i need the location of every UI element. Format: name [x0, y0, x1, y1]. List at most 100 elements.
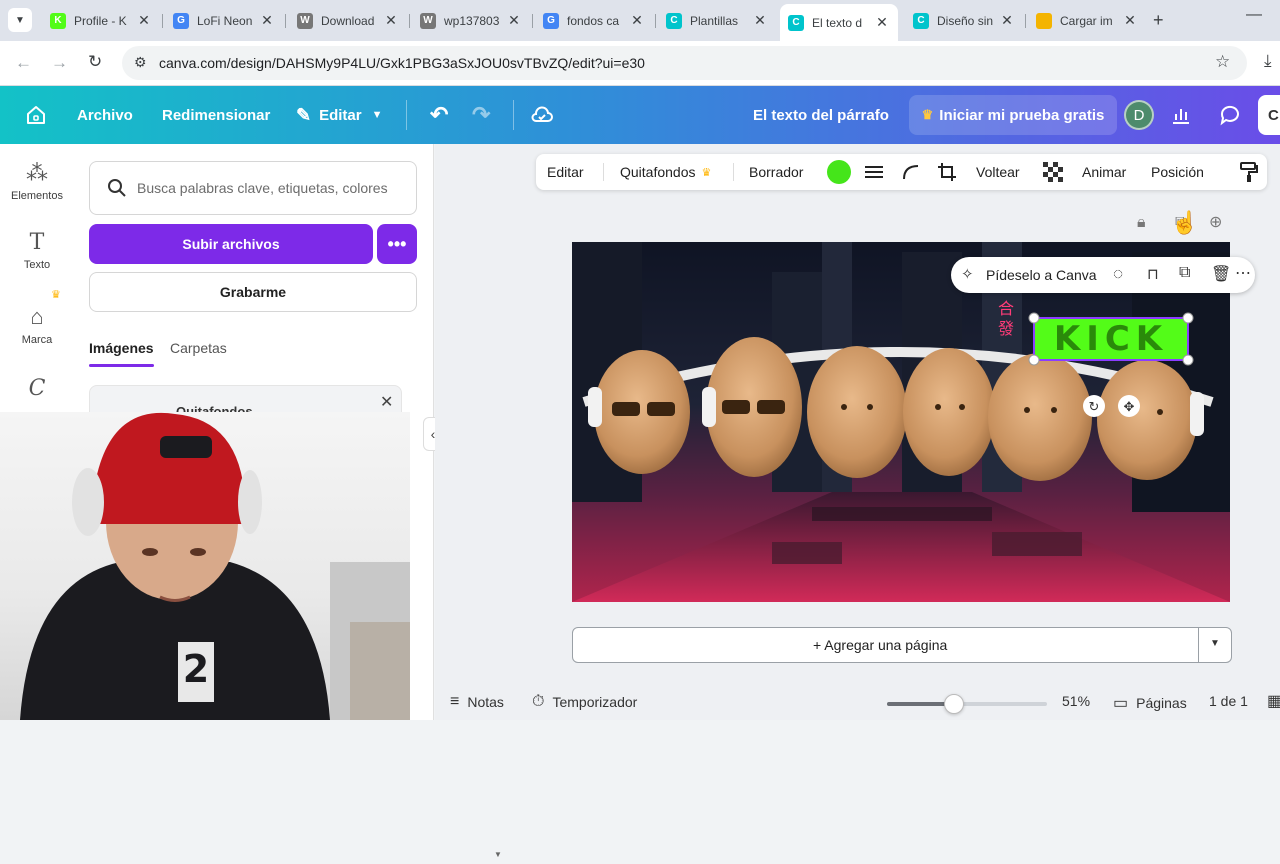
- close-icon[interactable]: ✕: [259, 12, 275, 29]
- close-icon[interactable]: ✕: [380, 392, 393, 412]
- lock-icon[interactable]: 🔒︎: [1137, 214, 1146, 232]
- file-menu[interactable]: Archivo: [77, 86, 133, 144]
- webcam-overlay: 2: [0, 412, 410, 720]
- toolbar-edit-button[interactable]: Editar: [547, 154, 584, 190]
- chevron-down-icon: ▼: [15, 14, 25, 26]
- forward-icon[interactable]: →: [51, 53, 68, 73]
- browser-tab[interactable]: Cargar im ✕: [1028, 6, 1146, 35]
- save-status[interactable]: [530, 86, 554, 144]
- edit-menu[interactable]: ✎ Editar ▼: [296, 86, 383, 144]
- animate-button[interactable]: Animar: [1082, 154, 1126, 190]
- comments-button[interactable]: [1218, 86, 1242, 144]
- border-style-button[interactable]: [864, 154, 884, 190]
- design-canvas[interactable]: 合 發 KICK ↻ ✥: [572, 242, 1230, 602]
- google-icon: G: [543, 12, 559, 29]
- position-button[interactable]: Posición: [1151, 154, 1204, 190]
- tab-folders[interactable]: Carpetas: [170, 340, 227, 356]
- rail-item-text[interactable]: T Texto: [0, 230, 74, 271]
- toolbar-bg-remover-button[interactable]: Quitafondos ♛: [620, 154, 711, 190]
- balloon-letter[interactable]: [807, 346, 907, 478]
- record-yourself-button[interactable]: Grabarme: [89, 272, 417, 312]
- more-options-icon[interactable]: ⋯: [1235, 263, 1251, 283]
- grid-view-icon[interactable]: ▦: [1267, 691, 1280, 711]
- browser-tab[interactable]: K Profile - K ✕: [42, 6, 160, 35]
- tab-search-button[interactable]: ▼: [8, 8, 32, 32]
- balloon-letter[interactable]: [903, 348, 995, 476]
- browser-tab[interactable]: C Plantillas ✕: [658, 6, 776, 35]
- balloon-letter[interactable]: [988, 353, 1092, 481]
- ask-canva-button[interactable]: Pídeselo a Canva: [986, 267, 1097, 283]
- download-icon[interactable]: ⤓: [1264, 51, 1272, 71]
- edit-menu-label: Editar: [319, 106, 362, 124]
- browser-address-row: ← → ↻ ⚙ canva.com/design/DAHSMy9P4LU/Gxk…: [0, 41, 1280, 86]
- close-icon[interactable]: ✕: [383, 12, 399, 29]
- upload-more-button[interactable]: •••: [377, 224, 417, 264]
- reload-icon[interactable]: ↻: [88, 52, 102, 72]
- browser-tab[interactable]: W Download ✕: [289, 6, 407, 35]
- timer-button[interactable]: ⏱︎ Temporizador: [532, 693, 637, 711]
- bookmark-star-icon[interactable]: ☆: [1215, 52, 1230, 72]
- trash-icon[interactable]: 🗑︎: [1211, 264, 1231, 284]
- color-swatch[interactable]: [827, 160, 851, 184]
- browser-tab[interactable]: Gfondos ca ✕: [535, 6, 653, 35]
- redo-button[interactable]: ↷: [472, 86, 490, 144]
- duplicate-icon[interactable]: ⧉: [1179, 264, 1190, 282]
- home-button[interactable]: [24, 86, 48, 144]
- svg-text:✥: ✥: [1124, 400, 1135, 415]
- transparency-button[interactable]: [1043, 154, 1063, 190]
- lock-icon[interactable]: ⊓: [1147, 265, 1159, 283]
- close-icon[interactable]: ✕: [999, 12, 1015, 29]
- notes-button[interactable]: ≡ Notas: [450, 693, 504, 711]
- add-page-label: + Agregar una página: [813, 637, 948, 653]
- add-page-icon[interactable]: ⊕: [1209, 212, 1222, 232]
- share-button[interactable]: C: [1258, 95, 1280, 135]
- browser-tab[interactable]: C El texto d ✕: [780, 4, 898, 41]
- zoom-slider-thumb[interactable]: [943, 694, 964, 714]
- document-title[interactable]: El texto del párrafo: [753, 86, 889, 144]
- minimize-button[interactable]: —: [1246, 6, 1262, 24]
- browser-tab[interactable]: C Diseño sin ✕: [905, 6, 1023, 35]
- close-icon[interactable]: ✕: [506, 12, 522, 29]
- close-icon[interactable]: ✕: [136, 12, 152, 29]
- chevron-down-icon[interactable]: ▼: [1210, 638, 1220, 649]
- rail-item-label: Marca: [21, 334, 53, 346]
- move-handle[interactable]: ✥: [1118, 395, 1140, 417]
- zoom-slider[interactable]: [887, 694, 1047, 714]
- flip-button[interactable]: Voltear: [976, 154, 1020, 190]
- close-icon[interactable]: ✕: [752, 12, 768, 29]
- kick-sticker[interactable]: KICK: [1028, 312, 1194, 366]
- add-page-button[interactable]: + Agregar una página ▼: [572, 627, 1232, 663]
- rail-item-label: Texto: [23, 259, 51, 271]
- neon-sign: 發: [998, 319, 1014, 338]
- undo-button[interactable]: ↶: [430, 86, 448, 144]
- search-field[interactable]: Busca palabras clave, etiquetas, colores: [89, 161, 417, 215]
- rail-item-apps[interactable]: C: [0, 376, 74, 405]
- close-icon[interactable]: ✕: [629, 12, 645, 29]
- insights-button[interactable]: [1170, 86, 1192, 144]
- tab-images[interactable]: Imágenes: [89, 340, 154, 367]
- browser-tab-title: Diseño sin: [937, 13, 994, 28]
- back-icon[interactable]: ←: [15, 53, 32, 73]
- copy-style-button[interactable]: [1239, 154, 1259, 190]
- toolbar-eraser-button[interactable]: Borrador: [749, 154, 803, 190]
- site-settings-icon[interactable]: ⚙: [134, 54, 147, 71]
- rail-item-brand[interactable]: ⌂ Marca: [0, 304, 74, 346]
- close-icon[interactable]: ✕: [874, 14, 890, 31]
- crop-button[interactable]: [937, 154, 957, 190]
- browser-tab-strip: ▼ K Profile - K ✕ G LoFi Neon ✕ W Download ✕ Wwp1…: [0, 0, 1280, 41]
- rail-item-elements[interactable]: ⁂ Elementos: [0, 160, 74, 202]
- browser-tab[interactable]: G LoFi Neon ✕: [165, 6, 283, 35]
- resize-button[interactable]: Redimensionar: [162, 86, 270, 144]
- corner-rounding-button[interactable]: [902, 154, 920, 190]
- new-tab-button[interactable]: +: [1153, 10, 1164, 31]
- pages-button[interactable]: ▭ Páginas: [1113, 693, 1187, 713]
- avatar[interactable]: D: [1124, 100, 1154, 130]
- comment-add-icon[interactable]: ◌: [1113, 264, 1123, 284]
- rotate-handle[interactable]: ↻: [1083, 395, 1105, 417]
- start-trial-button[interactable]: ♛ Iniciar mi prueba gratis: [909, 95, 1117, 135]
- zoom-percent[interactable]: 51%: [1062, 693, 1090, 709]
- close-icon[interactable]: ✕: [1122, 12, 1138, 29]
- address-bar[interactable]: ⚙ canva.com/design/DAHSMy9P4LU/Gxk1PBG3a…: [122, 46, 1247, 80]
- browser-tab[interactable]: Wwp137803 ✕: [412, 6, 530, 35]
- upload-files-button[interactable]: Subir archivos: [89, 224, 373, 264]
